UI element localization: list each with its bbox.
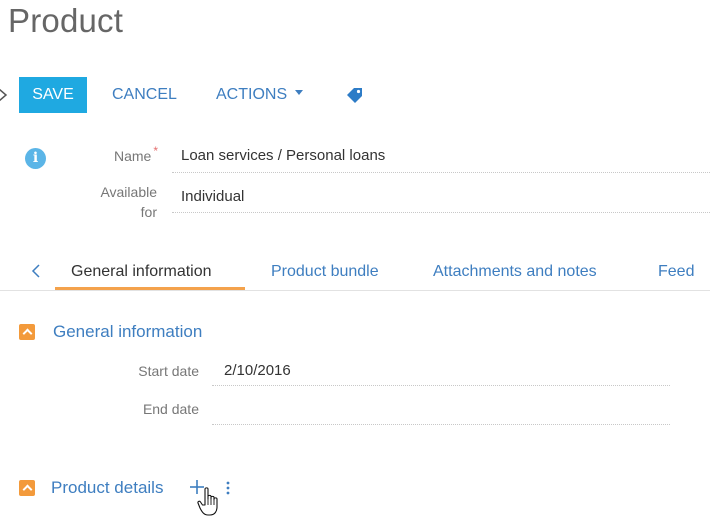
toolbar: SAVE CANCEL ACTIONS [0, 77, 400, 113]
tab-general-information[interactable]: General information [71, 263, 212, 281]
page-title: Product [8, 2, 124, 39]
end-date-field[interactable] [224, 400, 664, 420]
tab-bar: General information Product bundle Attac… [0, 255, 710, 291]
actions-dropdown-button[interactable]: ACTIONS [216, 77, 304, 113]
start-date-underline [212, 385, 670, 386]
tab-product-bundle[interactable]: Product bundle [271, 263, 379, 281]
end-date-label: End date [142, 401, 199, 417]
info-icon[interactable]: i [25, 148, 46, 169]
chevron-right-icon[interactable] [0, 87, 10, 103]
start-date-label: Start date [138, 363, 199, 379]
general-section-title[interactable]: General information [53, 322, 202, 342]
end-date-underline [212, 424, 670, 425]
actions-label: ACTIONS [216, 86, 288, 103]
name-field[interactable]: Loan services / Personal loans [181, 147, 385, 164]
details-section-title[interactable]: Product details [51, 478, 163, 498]
available-for-label: Available for [100, 184, 157, 220]
tag-icon[interactable] [345, 86, 365, 104]
available-for-field[interactable]: Individual [181, 188, 244, 205]
tab-attachments-and-notes[interactable]: Attachments and notes [433, 263, 597, 281]
details-section-collapse-toggle[interactable] [19, 480, 35, 496]
available-for-underline [172, 212, 710, 213]
tab-feed[interactable]: Feed [658, 263, 694, 281]
hand-pointer-cursor-icon [197, 487, 218, 516]
active-tab-indicator [55, 287, 245, 290]
start-date-field[interactable]: 2/10/2016 [224, 362, 291, 379]
cancel-button[interactable]: CANCEL [112, 77, 177, 113]
required-marker: * [153, 144, 158, 158]
general-section-collapse-toggle[interactable] [19, 324, 35, 340]
save-button[interactable]: SAVE [19, 77, 87, 113]
caret-down-icon [295, 90, 304, 96]
chevron-left-icon[interactable] [30, 263, 42, 279]
more-options-icon[interactable] [223, 478, 233, 498]
name-field-underline [172, 172, 710, 173]
name-label: Name * [113, 144, 158, 164]
